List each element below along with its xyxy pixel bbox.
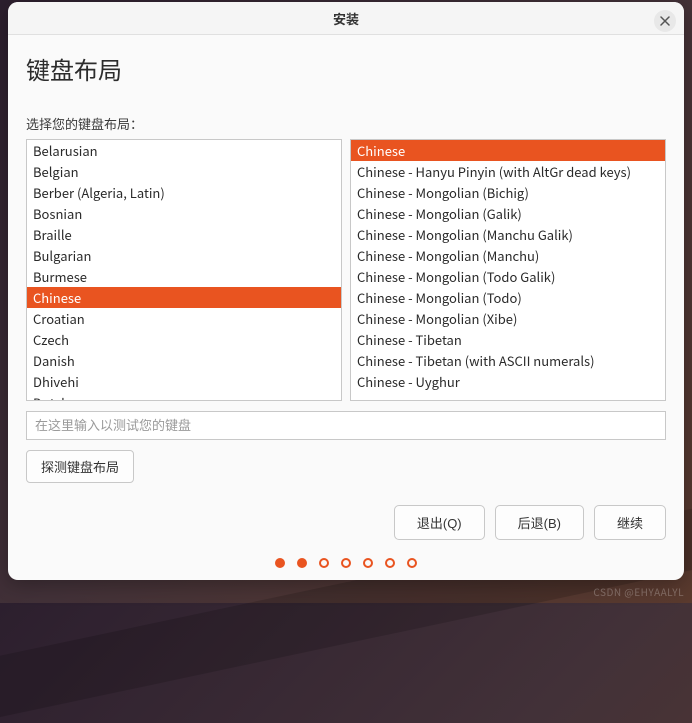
- variant-item[interactable]: Chinese - Mongolian (Bichig): [351, 182, 665, 203]
- progress-dot: [385, 558, 395, 568]
- titlebar: 安装: [8, 2, 684, 35]
- content-area: 键盘布局 选择您的键盘布局： BelarusianBelgianBerber (…: [8, 35, 684, 580]
- installer-window: 安装 键盘布局 选择您的键盘布局： BelarusianBelgianBerbe…: [8, 2, 684, 580]
- variant-item[interactable]: Chinese - Uyghur: [351, 371, 665, 392]
- layout-item[interactable]: Dhivehi: [27, 371, 341, 392]
- variant-list[interactable]: ChineseChinese - Hanyu Pinyin (with AltG…: [350, 139, 666, 401]
- layout-item[interactable]: Belarusian: [27, 140, 341, 161]
- progress-dot: [275, 558, 285, 568]
- progress-dot: [363, 558, 373, 568]
- layout-item[interactable]: Dutch: [27, 392, 341, 401]
- variant-item[interactable]: Chinese - Tibetan (with ASCII numerals): [351, 350, 665, 371]
- watermark: CSDN @EHYAALYL: [593, 584, 684, 599]
- progress-dot: [319, 558, 329, 568]
- layout-item[interactable]: Danish: [27, 350, 341, 371]
- continue-button[interactable]: 继续: [594, 505, 666, 540]
- variant-item[interactable]: Chinese - Mongolian (Manchu Galik): [351, 224, 665, 245]
- variant-item[interactable]: Chinese - Mongolian (Todo): [351, 287, 665, 308]
- detect-layout-button[interactable]: 探测键盘布局: [26, 450, 134, 483]
- lists-row: BelarusianBelgianBerber (Algeria, Latin)…: [26, 139, 666, 401]
- keyboard-test-input[interactable]: [26, 411, 666, 440]
- page-title: 键盘布局: [26, 51, 666, 86]
- window-title: 安装: [333, 9, 359, 28]
- layout-item[interactable]: Burmese: [27, 266, 341, 287]
- variant-item[interactable]: Chinese: [351, 140, 665, 161]
- variant-item[interactable]: Chinese - Mongolian (Xibe): [351, 308, 665, 329]
- layout-item[interactable]: Berber (Algeria, Latin): [27, 182, 341, 203]
- layout-item[interactable]: Chinese: [27, 287, 341, 308]
- layout-list[interactable]: BelarusianBelgianBerber (Algeria, Latin)…: [26, 139, 342, 401]
- close-button[interactable]: [654, 10, 676, 32]
- layout-item[interactable]: Belgian: [27, 161, 341, 182]
- layout-item[interactable]: Braille: [27, 224, 341, 245]
- back-button[interactable]: 后退(B): [495, 505, 584, 540]
- layout-item[interactable]: Czech: [27, 329, 341, 350]
- variant-item[interactable]: Chinese - Hanyu Pinyin (with AltGr dead …: [351, 161, 665, 182]
- layout-item[interactable]: Bosnian: [27, 203, 341, 224]
- variant-item[interactable]: Chinese - Mongolian (Galik): [351, 203, 665, 224]
- variant-item[interactable]: Chinese - Mongolian (Manchu): [351, 245, 665, 266]
- section-label: 选择您的键盘布局：: [26, 114, 666, 133]
- progress-dot: [407, 558, 417, 568]
- layout-item[interactable]: Bulgarian: [27, 245, 341, 266]
- quit-button[interactable]: 退出(Q): [394, 505, 485, 540]
- nav-buttons: 退出(Q) 后退(B) 继续: [26, 505, 666, 540]
- progress-dots: [26, 558, 666, 568]
- variant-item[interactable]: Chinese - Tibetan: [351, 329, 665, 350]
- progress-dot: [297, 558, 307, 568]
- progress-dot: [341, 558, 351, 568]
- close-icon: [660, 16, 670, 26]
- layout-item[interactable]: Croatian: [27, 308, 341, 329]
- variant-item[interactable]: Chinese - Mongolian (Todo Galik): [351, 266, 665, 287]
